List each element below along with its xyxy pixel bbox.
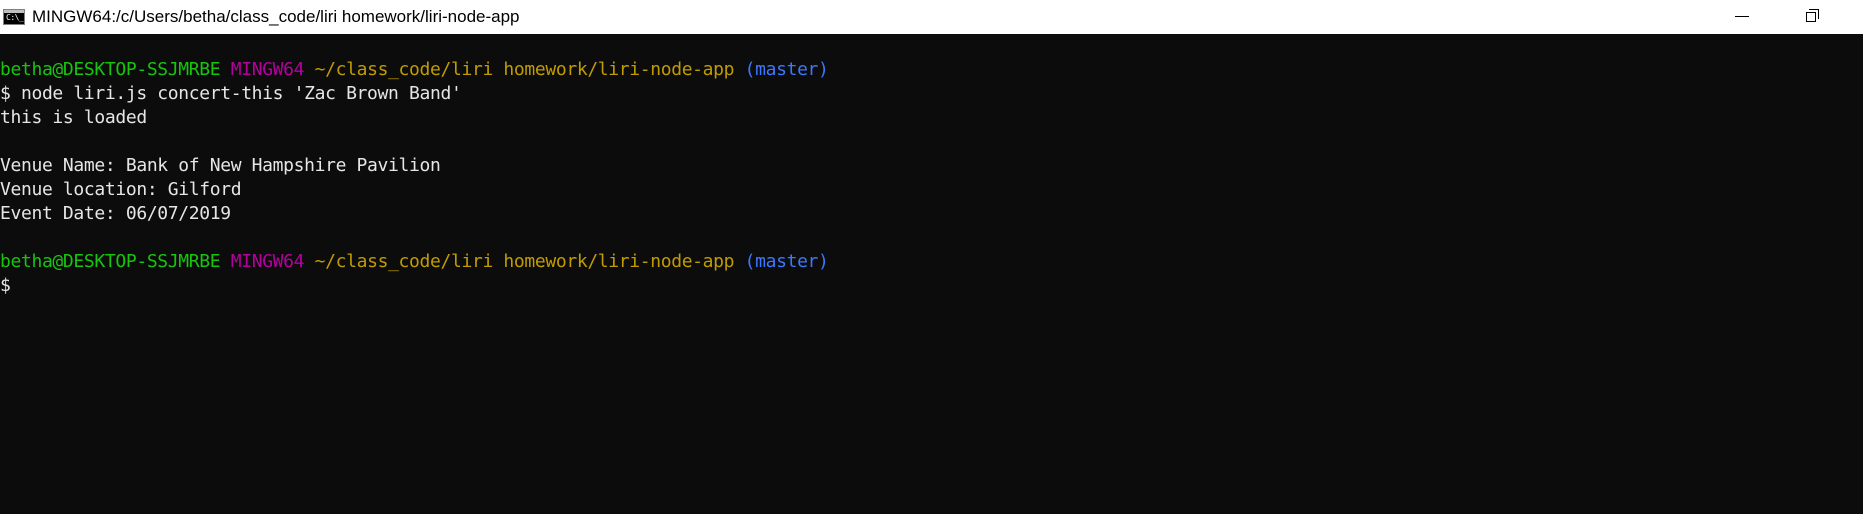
minimize-icon xyxy=(1735,16,1749,17)
prompt-system: MINGW64 xyxy=(230,251,305,272)
prompt-user-host: betha@DESKTOP-SSJMRBE xyxy=(0,59,221,80)
prompt-branch: (master) xyxy=(744,251,829,272)
prompt-user-host: betha@DESKTOP-SSJMRBE xyxy=(0,251,221,272)
prompt-path: ~/class_code/liri homework/liri-node-app xyxy=(314,251,735,272)
console-icon-glyph: C:\_ xyxy=(6,13,24,22)
output-line: Venue Name: Bank of New Hampshire Pavili… xyxy=(0,155,441,176)
cursor-prompt-line[interactable]: $ xyxy=(0,274,1863,298)
output-line: Venue location: Gilford xyxy=(0,179,242,200)
window-title: MINGW64:/c/Users/betha/class_code/liri h… xyxy=(32,7,520,26)
prompt-line: betha@DESKTOP-SSJMRBE MINGW64 ~/class_co… xyxy=(0,58,1863,82)
output-line: this is loaded xyxy=(0,107,147,128)
minimize-button[interactable] xyxy=(1712,0,1772,34)
title-bar[interactable]: C:\_ MINGW64:/c/Users/betha/class_code/l… xyxy=(0,0,1863,34)
output-line: Event Date: 06/07/2019 xyxy=(0,203,231,224)
console-icon[interactable]: C:\_ xyxy=(3,9,25,25)
restore-icon-front xyxy=(1806,12,1816,22)
terminal-output[interactable]: betha@DESKTOP-SSJMRBE MINGW64 ~/class_co… xyxy=(0,34,1863,514)
prompt-system: MINGW64 xyxy=(230,59,305,80)
prompt-branch: (master) xyxy=(744,59,829,80)
command-line: $ node liri.js concert-this 'Zac Brown B… xyxy=(0,83,462,104)
prompt-path: ~/class_code/liri homework/liri-node-app xyxy=(314,59,735,80)
prompt-line: betha@DESKTOP-SSJMRBE MINGW64 ~/class_co… xyxy=(0,250,1863,274)
restore-icon xyxy=(1806,9,1820,23)
terminal-window: C:\_ MINGW64:/c/Users/betha/class_code/l… xyxy=(0,0,1863,514)
